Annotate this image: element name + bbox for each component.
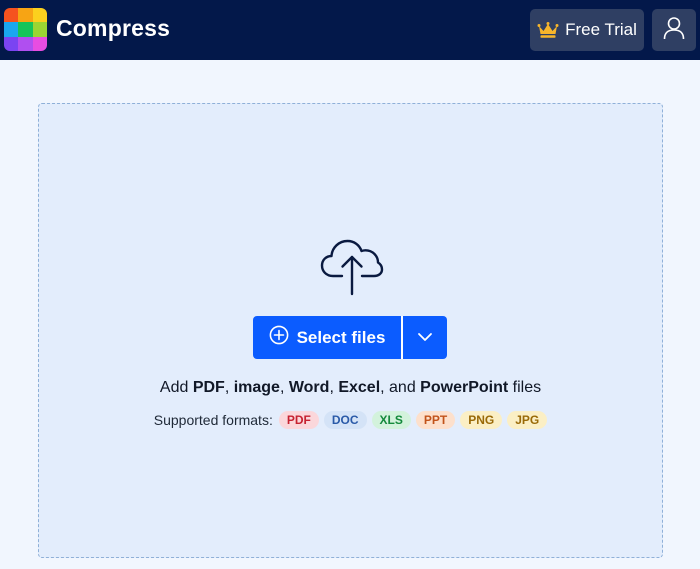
- select-files-button[interactable]: Select files: [253, 316, 401, 359]
- account-button[interactable]: [652, 9, 696, 51]
- supported-formats-row: Supported formats: PDF DOC XLS PPT PNG J…: [39, 411, 662, 429]
- logo-tile: [18, 36, 33, 51]
- cloud-upload-icon: [320, 238, 384, 301]
- free-trial-button[interactable]: Free Trial: [530, 9, 644, 51]
- upload-source-dropdown[interactable]: [403, 316, 447, 359]
- logo-tile: [32, 22, 47, 37]
- crown-icon: [537, 21, 559, 39]
- format-badge-png: PNG: [460, 411, 503, 429]
- format-badge-ppt: PPT: [415, 411, 456, 429]
- format-badge-xls: XLS: [371, 411, 411, 429]
- button-divider: [401, 316, 403, 359]
- user-icon: [663, 16, 685, 45]
- plus-circle-icon: [269, 325, 289, 350]
- app-logo[interactable]: [4, 8, 47, 51]
- free-trial-label: Free Trial: [565, 20, 637, 39]
- logo-tile: [18, 8, 33, 23]
- app-title: Compress: [56, 15, 171, 41]
- format-badge-jpg: JPG: [507, 411, 548, 429]
- select-files-label: Select files: [296, 327, 386, 347]
- select-files-split-button: Select files: [253, 316, 447, 359]
- file-drop-zone[interactable]: Select files Add PDF, image, Word, Excel…: [38, 103, 663, 558]
- chevron-down-icon: [417, 329, 433, 347]
- logo-tile: [4, 36, 19, 51]
- supported-files-text: Add PDF, image, Word, Excel, and PowerPo…: [159, 379, 542, 396]
- format-badge-doc: DOC: [323, 411, 367, 429]
- logo-tile: [32, 36, 47, 51]
- top-header: Compress Free Trial: [0, 0, 700, 60]
- logo-tile: [18, 22, 33, 37]
- logo-tile: [32, 8, 47, 23]
- format-badge-pdf: PDF: [278, 411, 319, 429]
- logo-tile: [4, 8, 19, 23]
- supported-formats-label: Supported formats:: [153, 412, 273, 428]
- logo-tile: [4, 22, 19, 37]
